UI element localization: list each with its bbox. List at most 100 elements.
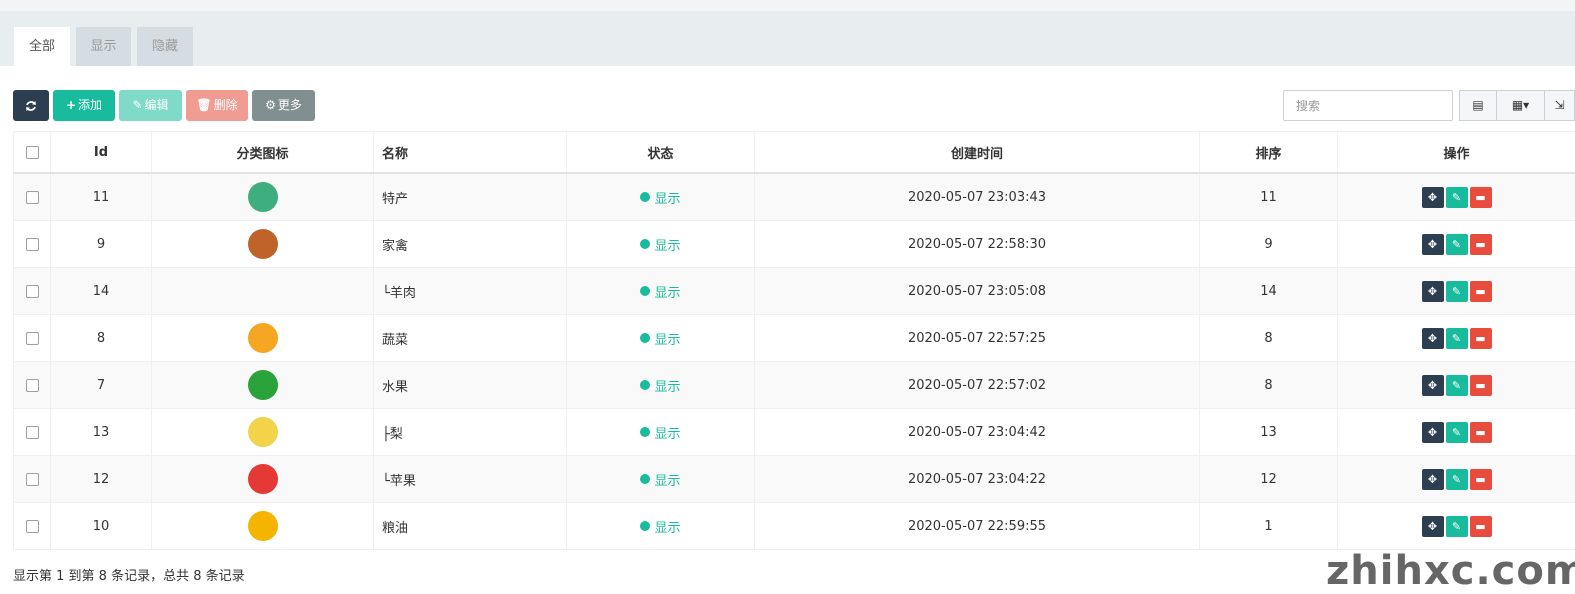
delete-button[interactable]: 🗑删除 bbox=[186, 90, 248, 121]
row-select-cell[interactable] bbox=[14, 503, 51, 550]
row-select-cell[interactable] bbox=[14, 362, 51, 409]
table-row[interactable]: 10 粮油 显示 2020-05-07 22:59:55 1 ✥✎▬ bbox=[14, 503, 1575, 550]
table-row[interactable]: 13 ├梨 显示 2020-05-07 23:04:42 13 ✥✎▬ bbox=[14, 409, 1575, 456]
row-select-cell[interactable] bbox=[14, 221, 51, 268]
status-dot-icon bbox=[640, 192, 650, 202]
row-status[interactable]: 显示 bbox=[654, 192, 680, 207]
toggle-view-button[interactable]: ▤ bbox=[1459, 90, 1497, 121]
row-select-cell[interactable] bbox=[14, 315, 51, 362]
row-edit-button[interactable]: ✎ bbox=[1446, 375, 1468, 396]
chicken-icon bbox=[248, 229, 278, 259]
pencil-icon: ✎ bbox=[1452, 379, 1461, 392]
row-status[interactable]: 显示 bbox=[654, 380, 680, 395]
row-name: 水果 bbox=[374, 362, 567, 409]
row-select-cell[interactable] bbox=[14, 268, 51, 315]
row-status-cell[interactable]: 显示 bbox=[567, 456, 755, 503]
row-edit-button[interactable]: ✎ bbox=[1446, 234, 1468, 255]
row-status-cell[interactable]: 显示 bbox=[567, 362, 755, 409]
category-table: Id 分类图标 名称 状态 创建时间 排序 操作 11 特产 显示 2020-0… bbox=[13, 131, 1575, 550]
row-checkbox[interactable] bbox=[26, 332, 39, 345]
drag-sort-button[interactable]: ✥ bbox=[1422, 187, 1444, 208]
add-button[interactable]: +添加 bbox=[53, 90, 115, 121]
row-status[interactable]: 显示 bbox=[654, 286, 680, 301]
row-edit-button[interactable]: ✎ bbox=[1446, 328, 1468, 349]
watermark: zhihxc.com bbox=[1326, 548, 1575, 594]
row-status[interactable]: 显示 bbox=[654, 333, 680, 348]
drag-sort-button[interactable]: ✥ bbox=[1422, 328, 1444, 349]
row-status-cell[interactable]: 显示 bbox=[567, 268, 755, 315]
select-all-checkbox[interactable] bbox=[26, 146, 39, 159]
drag-sort-button[interactable]: ✥ bbox=[1422, 469, 1444, 490]
row-checkbox[interactable] bbox=[26, 191, 39, 204]
row-delete-button[interactable]: ▬ bbox=[1470, 187, 1492, 208]
row-checkbox[interactable] bbox=[26, 238, 39, 251]
row-id: 11 bbox=[51, 173, 152, 221]
row-status-cell[interactable]: 显示 bbox=[567, 315, 755, 362]
more-button[interactable]: ⚙更多 bbox=[252, 90, 315, 121]
row-select-cell[interactable] bbox=[14, 173, 51, 221]
row-created: 2020-05-07 23:03:43 bbox=[755, 173, 1200, 221]
apple-icon bbox=[248, 464, 278, 494]
tab-all[interactable]: 全部 bbox=[14, 27, 70, 66]
row-id: 13 bbox=[51, 409, 152, 456]
header-id[interactable]: Id bbox=[51, 132, 152, 174]
row-select-cell[interactable] bbox=[14, 456, 51, 503]
drag-sort-button[interactable]: ✥ bbox=[1422, 375, 1444, 396]
row-created: 2020-05-07 22:57:02 bbox=[755, 362, 1200, 409]
row-delete-button[interactable]: ▬ bbox=[1470, 375, 1492, 396]
row-checkbox[interactable] bbox=[26, 520, 39, 533]
more-label: 更多 bbox=[278, 98, 302, 112]
plus-icon: + bbox=[66, 98, 76, 112]
drag-sort-button[interactable]: ✥ bbox=[1422, 281, 1444, 302]
tab-shown[interactable]: 显示 bbox=[76, 27, 131, 66]
table-row[interactable]: 12 └苹果 显示 2020-05-07 23:04:22 12 ✥✎▬ bbox=[14, 456, 1575, 503]
export-button[interactable]: ⇲ bbox=[1544, 90, 1575, 121]
status-dot-icon bbox=[640, 380, 650, 390]
trash-icon: ▬ bbox=[1475, 191, 1485, 204]
row-edit-button[interactable]: ✎ bbox=[1446, 469, 1468, 490]
row-checkbox[interactable] bbox=[26, 379, 39, 392]
row-delete-button[interactable]: ▬ bbox=[1470, 234, 1492, 255]
table-row[interactable]: 7 水果 显示 2020-05-07 22:57:02 8 ✥✎▬ bbox=[14, 362, 1575, 409]
row-status[interactable]: 显示 bbox=[654, 521, 680, 536]
row-delete-button[interactable]: ▬ bbox=[1470, 516, 1492, 537]
row-status[interactable]: 显示 bbox=[654, 239, 680, 254]
table-body: 11 特产 显示 2020-05-07 23:03:43 11 ✥✎▬ 9 家禽… bbox=[14, 173, 1575, 550]
row-status-cell[interactable]: 显示 bbox=[567, 221, 755, 268]
row-checkbox[interactable] bbox=[26, 426, 39, 439]
vegetable-icon bbox=[248, 323, 278, 353]
row-delete-button[interactable]: ▬ bbox=[1470, 422, 1492, 443]
row-status[interactable]: 显示 bbox=[654, 427, 680, 442]
row-checkbox[interactable] bbox=[26, 285, 39, 298]
select-all-cell[interactable] bbox=[14, 132, 51, 174]
row-edit-button[interactable]: ✎ bbox=[1446, 422, 1468, 443]
row-delete-button[interactable]: ▬ bbox=[1470, 281, 1492, 302]
row-edit-button[interactable]: ✎ bbox=[1446, 281, 1468, 302]
table-row[interactable]: 11 特产 显示 2020-05-07 23:03:43 11 ✥✎▬ bbox=[14, 173, 1575, 221]
drag-sort-button[interactable]: ✥ bbox=[1422, 516, 1444, 537]
refresh-button[interactable] bbox=[13, 90, 49, 121]
table-row[interactable]: 14 └羊肉 显示 2020-05-07 23:05:08 14 ✥✎▬ bbox=[14, 268, 1575, 315]
row-status-cell[interactable]: 显示 bbox=[567, 173, 755, 221]
columns-button[interactable]: ▦▾ bbox=[1496, 90, 1545, 121]
row-select-cell[interactable] bbox=[14, 409, 51, 456]
header-icon: 分类图标 bbox=[152, 132, 374, 174]
row-name: ├梨 bbox=[374, 409, 567, 456]
row-status-cell[interactable]: 显示 bbox=[567, 409, 755, 456]
edit-button[interactable]: ✎编辑 bbox=[119, 90, 182, 121]
table-row[interactable]: 8 蔬菜 显示 2020-05-07 22:57:25 8 ✥✎▬ bbox=[14, 315, 1575, 362]
drag-sort-button[interactable]: ✥ bbox=[1422, 422, 1444, 443]
header-name: 名称 bbox=[374, 132, 567, 174]
row-status[interactable]: 显示 bbox=[654, 474, 680, 489]
drag-sort-button[interactable]: ✥ bbox=[1422, 234, 1444, 255]
search-input[interactable] bbox=[1283, 90, 1453, 121]
row-delete-button[interactable]: ▬ bbox=[1470, 328, 1492, 349]
row-checkbox[interactable] bbox=[26, 473, 39, 486]
row-delete-button[interactable]: ▬ bbox=[1470, 469, 1492, 490]
table-row[interactable]: 9 家禽 显示 2020-05-07 22:58:30 9 ✥✎▬ bbox=[14, 221, 1575, 268]
row-edit-button[interactable]: ✎ bbox=[1446, 516, 1468, 537]
row-name: └苹果 bbox=[374, 456, 567, 503]
row-status-cell[interactable]: 显示 bbox=[567, 503, 755, 550]
row-edit-button[interactable]: ✎ bbox=[1446, 187, 1468, 208]
tab-hidden[interactable]: 隐藏 bbox=[137, 27, 193, 66]
